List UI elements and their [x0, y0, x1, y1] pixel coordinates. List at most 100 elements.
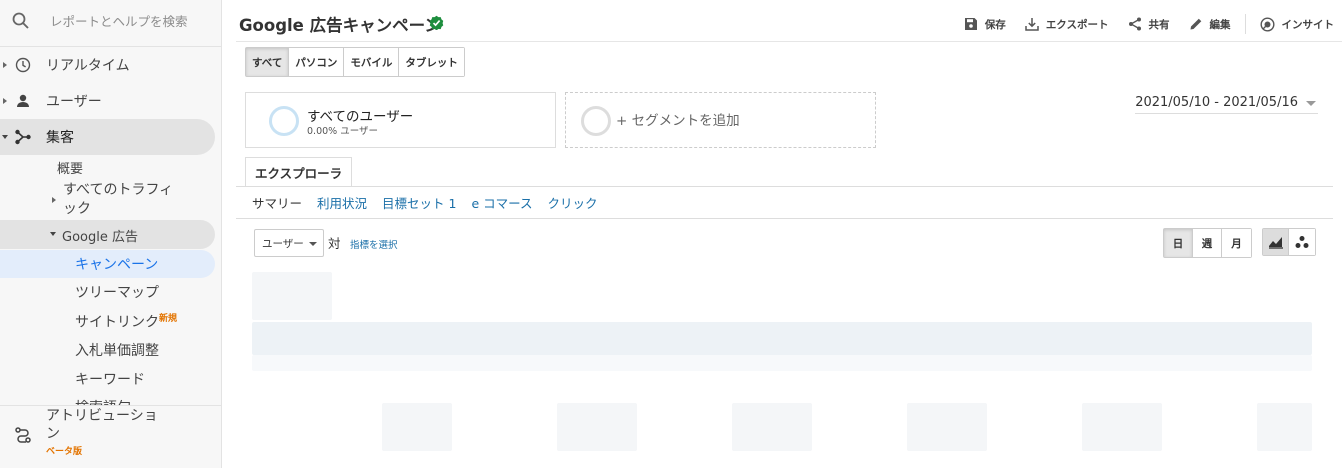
sidebar-item-label: ン [46, 426, 60, 442]
metric-select-value: ユーザー [262, 237, 304, 250]
line-chart-icon [1268, 237, 1283, 249]
search-icon [12, 12, 29, 29]
period-month-button[interactable]: 月 [1222, 229, 1251, 257]
tab-explorer[interactable]: エクスプローラ [245, 157, 353, 187]
chevron-down-icon [309, 242, 317, 246]
device-tablet-button[interactable]: タブレット [399, 48, 464, 76]
sidebar-item-label: キャンペーン [75, 257, 159, 273]
loading-skeleton [382, 403, 452, 451]
loading-skeleton [907, 403, 987, 451]
verified-check-icon [429, 15, 444, 30]
pencil-icon [1190, 18, 1201, 30]
date-range-picker[interactable]: 2021/05/10 - 2021/05/16 [1135, 95, 1318, 114]
subtab-usage[interactable]: 利用状況 [317, 193, 367, 212]
tab-divider [236, 186, 1333, 187]
sidebar-item-users[interactable]: ユーザー [0, 83, 221, 119]
loading-skeleton [1082, 403, 1162, 451]
explorer-subtabs: サマリー 利用状況 目標セット 1 e コマース クリック [252, 193, 613, 212]
new-badge: 新規 [159, 314, 178, 324]
sidebar-item-label: アトリビューショ [46, 408, 158, 424]
toolbar-divider [1244, 14, 1246, 34]
sidebar-item-attribution[interactable]: アトリビューショ ン ベータ版 [0, 405, 221, 468]
subtab-goal-set-1[interactable]: 目標セット 1 [382, 193, 456, 212]
period-toggle: 日 週 月 [1163, 228, 1252, 258]
motion-chart-icon [1295, 236, 1309, 248]
loading-skeleton [252, 272, 332, 320]
subtab-ecommerce[interactable]: e コマース [471, 193, 532, 212]
sidebar-item-sitelinks[interactable]: サイトリンク新規 [75, 311, 177, 332]
sidebar: リアルタイム ユーザー 集客 概要 すべてのトラフィ ック Google 広告 … [0, 0, 222, 468]
sidebar-item-overview[interactable]: 概要 [57, 158, 83, 177]
person-icon [17, 94, 29, 107]
sidebar-item-realtime[interactable]: リアルタイム [0, 47, 221, 83]
sidebar-item-label: リアルタイム [46, 58, 130, 74]
add-segment-label: + セグメントを追加 [616, 113, 740, 129]
save-icon [964, 18, 977, 30]
sidebar-item-label: ック [63, 201, 91, 217]
save-label: 保存 [984, 18, 1006, 31]
sidebar-item-keywords[interactable]: キーワード [75, 369, 145, 389]
empty-segment-ring-icon [581, 106, 611, 136]
chart-loading-placeholder [252, 272, 1312, 462]
loading-skeleton [252, 355, 1312, 371]
report-actions: 保存 エクスポート 共有 編集 インサイト [945, 14, 1334, 34]
segment-card-all-users[interactable]: すべてのユーザー 0.00% ユーザー [245, 92, 556, 148]
device-all-button[interactable]: すべて [246, 48, 290, 76]
segment-ring-icon [269, 106, 299, 136]
add-segment-card[interactable]: + セグメントを追加 [565, 92, 876, 148]
share-icon [1128, 17, 1141, 31]
date-range-label: 2021/05/10 - 2021/05/16 [1135, 95, 1298, 110]
versus-label: 対 [328, 236, 341, 251]
insights-button[interactable]: インサイト [1259, 16, 1335, 32]
choose-metric-link[interactable]: 指標を選択 [350, 237, 398, 251]
clock-icon [15, 57, 31, 73]
sidebar-item-label: すべてのトラフィ [63, 182, 174, 198]
sidebar-item-treemaps[interactable]: ツリーマップ [75, 282, 159, 302]
search-input[interactable] [50, 8, 215, 34]
segment-name: すべてのユーザー [307, 109, 414, 125]
share-label: 共有 [1148, 18, 1170, 31]
segment-share: 0.00% ユーザー [307, 126, 379, 137]
edit-label: 編集 [1209, 18, 1231, 31]
period-day-button[interactable]: 日 [1164, 229, 1193, 257]
beta-badge: ベータ版 [46, 447, 83, 457]
acquisition-icon [15, 129, 31, 145]
insights-icon [1259, 16, 1275, 32]
search-box[interactable] [0, 0, 221, 47]
collapse-caret-icon [50, 232, 56, 236]
edit-button[interactable]: 編集 [1189, 17, 1231, 32]
export-button[interactable]: エクスポート [1025, 17, 1109, 32]
metric-select[interactable]: ユーザー [254, 229, 324, 257]
subtab-clicks[interactable]: クリック [548, 193, 598, 212]
loading-skeleton [252, 322, 1312, 355]
line-chart-view-button[interactable] [1263, 229, 1289, 255]
loading-skeleton [1257, 403, 1312, 451]
expand-caret-icon [52, 197, 56, 203]
attribution-icon [15, 427, 31, 443]
sidebar-item-acquisition[interactable]: 集客 [0, 119, 215, 155]
expand-caret-icon [3, 98, 7, 104]
report-main: Google 広告キャンペーン 保存 エクスポート 共有 編集 インサイト すべ… [236, 0, 1342, 468]
subtab-divider [236, 218, 1333, 219]
insights-label: インサイト [1281, 18, 1335, 31]
subtab-summary[interactable]: サマリー [252, 193, 302, 212]
sidebar-item-all-traffic[interactable]: すべてのトラフィ ック [63, 181, 173, 219]
device-mobile-button[interactable]: モバイル [344, 48, 400, 76]
download-icon [1025, 18, 1039, 31]
save-button[interactable]: 保存 [964, 17, 1006, 32]
page-title: Google 広告キャンペーン [239, 16, 441, 35]
sidebar-item-label: 集客 [46, 130, 74, 146]
title-bar: Google 広告キャンペーン 保存 エクスポート 共有 編集 インサイト [236, 0, 1342, 42]
chevron-down-icon [1306, 101, 1316, 106]
motion-chart-view-button[interactable] [1289, 229, 1315, 255]
device-desktop-button[interactable]: パソコン [289, 48, 345, 76]
period-week-button[interactable]: 週 [1193, 229, 1222, 257]
export-label: エクスポート [1045, 18, 1109, 31]
share-button[interactable]: 共有 [1128, 17, 1170, 32]
sidebar-item-bid-adjustments[interactable]: 入札単価調整 [75, 340, 159, 360]
sidebar-item-label: サイトリンク [75, 314, 159, 331]
loading-skeleton [732, 403, 812, 451]
device-filter: すべて パソコン モバイル タブレット [245, 47, 465, 77]
sidebar-item-label: ユーザー [46, 94, 102, 110]
expand-caret-icon [3, 62, 7, 68]
